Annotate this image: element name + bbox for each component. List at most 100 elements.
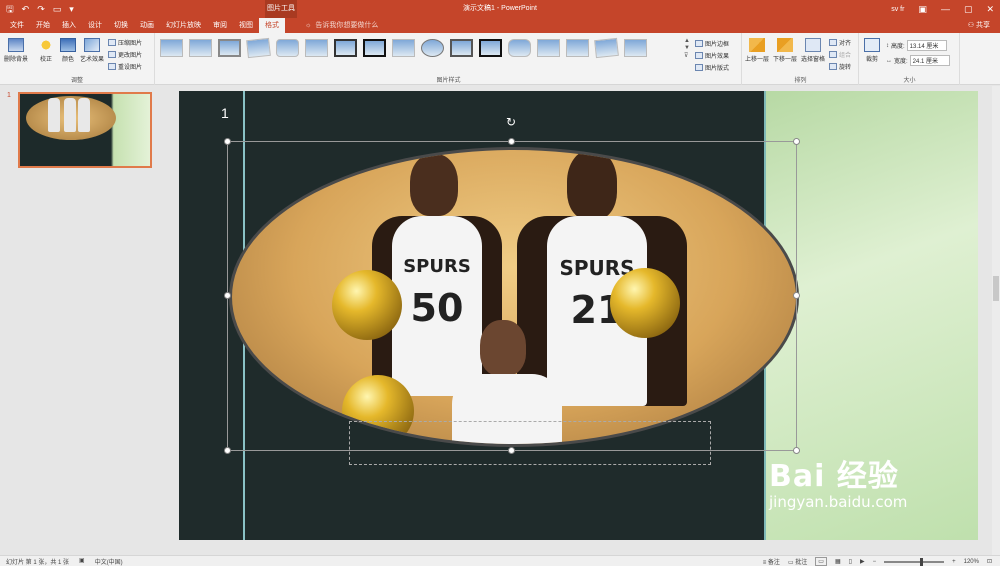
adjust-group-label: 调整 <box>70 78 83 84</box>
tab-8[interactable]: 视图 <box>233 18 259 33</box>
height-input[interactable]: 13.14 厘米 <box>906 40 947 51</box>
height-field: ↕ 高度: 13.14 厘米 <box>886 40 947 51</box>
rotate-icon <box>829 63 837 70</box>
picture-style-thumb[interactable] <box>537 39 560 57</box>
artistic-effects-button[interactable]: 艺术效果 <box>80 38 104 63</box>
ribbon-display-icon[interactable]: ▣ <box>918 4 927 15</box>
bring-forward-button[interactable]: 上移一层 <box>745 38 769 63</box>
resize-handle[interactable] <box>508 447 515 454</box>
reading-view-icon[interactable]: ▯ <box>849 558 852 565</box>
redo-icon[interactable]: ↷ <box>37 3 45 15</box>
picture-style-thumb[interactable] <box>189 39 212 57</box>
resize-handle[interactable] <box>224 138 231 145</box>
picture-border-button[interactable]: 图片边框 <box>695 38 729 49</box>
picture-style-thumb[interactable] <box>450 39 473 57</box>
picture-style-thumb[interactable] <box>218 39 241 57</box>
width-input[interactable]: 24.1 厘米 <box>909 55 950 66</box>
align-button[interactable]: 对齐 <box>829 37 851 48</box>
tab-0[interactable]: 文件 <box>4 18 30 33</box>
gallery-up-icon[interactable]: ▲ <box>684 38 690 44</box>
slide-sorter-icon[interactable]: ▦ <box>835 558 841 565</box>
align-icon <box>829 39 837 46</box>
comments-button[interactable]: ▭ 批注 <box>788 557 807 566</box>
picture-style-thumb[interactable] <box>479 39 502 57</box>
minimize-icon[interactable]: — <box>941 4 950 14</box>
resize-handle[interactable] <box>793 292 800 299</box>
crop-button[interactable]: 裁剪 <box>864 38 880 63</box>
tab-9[interactable]: 格式 <box>259 18 285 33</box>
group-button[interactable]: 组合 <box>829 49 851 60</box>
undo-icon[interactable]: ↶ <box>22 3 30 15</box>
picture-style-thumb[interactable] <box>392 39 415 57</box>
resize-handle[interactable] <box>224 292 231 299</box>
close-icon[interactable]: ✕ <box>986 4 994 15</box>
zoom-slider-knob[interactable] <box>920 557 924 566</box>
save-icon[interactable]: 🖫 <box>6 3 14 15</box>
picture-style-thumb[interactable] <box>334 39 357 57</box>
remove-background-button[interactable]: 删除背景 <box>4 38 28 63</box>
zoom-out-icon[interactable]: − <box>873 559 877 565</box>
gallery-more-icon[interactable]: ⊽ <box>684 52 690 59</box>
slideshow-icon[interactable]: ▶ <box>860 558 865 565</box>
zoom-slider[interactable] <box>884 557 945 566</box>
zoom-in-icon[interactable]: + <box>952 559 956 565</box>
zoom-level[interactable]: 120% <box>964 559 979 565</box>
rotate-handle-icon[interactable]: ↻ <box>506 115 516 129</box>
customize-icon[interactable]: ▾ <box>69 3 74 15</box>
share-button[interactable]: ⚇ 共享 <box>968 18 990 33</box>
picture-style-thumb[interactable] <box>421 39 444 57</box>
picture-style-thumb[interactable] <box>276 39 299 57</box>
color-icon <box>60 38 76 52</box>
slide-thumbnail-pane: 1 <box>0 86 165 555</box>
arrange-group-label: 排列 <box>794 78 807 84</box>
present-icon[interactable]: ▭ <box>53 3 62 15</box>
tab-7[interactable]: 审阅 <box>207 18 233 33</box>
resize-handle[interactable] <box>224 447 231 454</box>
tab-6[interactable]: 幻灯片放映 <box>160 18 207 33</box>
vertical-scrollbar[interactable] <box>992 86 1000 555</box>
notes-button[interactable]: ≡ 备注 <box>763 557 780 566</box>
color-button[interactable]: 颜色 <box>60 38 76 63</box>
title-bar: 🖫 ↶ ↷ ▭ ▾ 图片工具 演示文稿1 - PowerPoint sv fr … <box>0 0 1000 18</box>
normal-view-icon[interactable]: ▭ <box>815 557 827 566</box>
editing-canvas: 1 SPURS 50 SPURS 21 ↻ Bai 经验 jingyan.bai… <box>165 86 992 555</box>
tell-me-search[interactable]: ☼ 告诉我你想要做什么 <box>305 18 378 33</box>
selection-pane-button[interactable]: 选择窗格 <box>801 38 825 63</box>
picture-layout-button[interactable]: 图片版式 <box>695 62 729 73</box>
adjust-group: 删除背景 校正 颜色 艺术效果 压缩图片 更改图片 重设图片 调整 <box>0 33 155 85</box>
picture-style-thumb[interactable] <box>363 39 386 57</box>
picture-style-thumb[interactable] <box>508 39 531 57</box>
gallery-scroll: ▲ ▼ ⊽ <box>684 38 690 59</box>
gallery-down-icon[interactable]: ▼ <box>684 45 690 51</box>
tab-2[interactable]: 插入 <box>56 18 82 33</box>
picture-style-thumb[interactable] <box>566 39 589 57</box>
user-name[interactable]: sv fr <box>891 6 904 13</box>
tab-3[interactable]: 设计 <box>82 18 108 33</box>
picture-tools-context-label: 图片工具 <box>265 0 297 18</box>
scrollbar-thumb[interactable] <box>993 276 999 301</box>
corrections-button[interactable]: 校正 <box>38 38 54 63</box>
compress-pictures-button[interactable]: 压缩图片 <box>108 37 142 48</box>
rotate-button[interactable]: 旋转 <box>829 61 851 72</box>
tab-1[interactable]: 开始 <box>30 18 56 33</box>
maximize-icon[interactable]: ▢ <box>964 4 973 15</box>
resize-handle[interactable] <box>793 138 800 145</box>
slide[interactable]: 1 SPURS 50 SPURS 21 ↻ Bai 经验 jingyan.bai… <box>179 91 978 540</box>
picture-style-thumb[interactable] <box>594 37 619 59</box>
send-backward-button[interactable]: 下移一层 <box>773 38 797 63</box>
picture-style-thumb[interactable] <box>624 39 647 57</box>
language-indicator[interactable]: 中文(中国) <box>95 557 123 566</box>
tab-5[interactable]: 动画 <box>134 18 160 33</box>
change-picture-button[interactable]: 更改图片 <box>108 49 142 60</box>
spellcheck-icon[interactable]: ▣ <box>79 557 85 566</box>
picture-style-thumb[interactable] <box>160 39 183 57</box>
reset-picture-button[interactable]: 重设图片 <box>108 61 142 72</box>
resize-handle[interactable] <box>508 138 515 145</box>
lightbulb-icon: ☼ <box>305 22 312 29</box>
picture-style-thumb[interactable] <box>305 39 328 57</box>
slide-thumbnail[interactable] <box>18 92 152 168</box>
picture-effects-button[interactable]: 图片效果 <box>695 50 729 61</box>
picture-style-thumb[interactable] <box>246 37 271 59</box>
tab-4[interactable]: 切换 <box>108 18 134 33</box>
fit-to-window-icon[interactable]: ⊡ <box>987 558 992 565</box>
